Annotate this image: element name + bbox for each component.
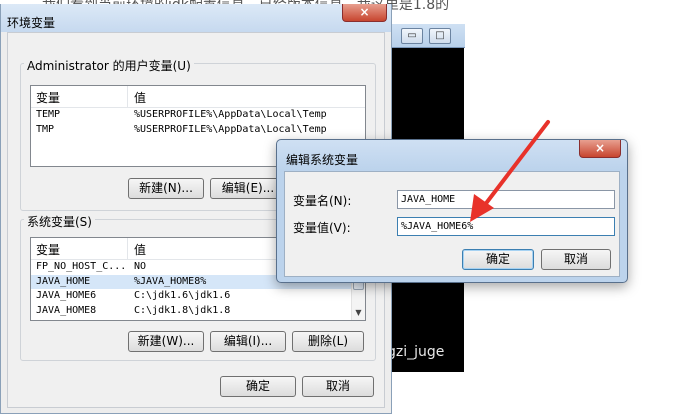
variable-name: TEMP [36,109,61,120]
edit-system-variable-dialog: 编辑系统变量 × 变量名(N): JAVA_HOME 变量值(V): %JAVA… [276,139,628,283]
column-header-value[interactable]: 值 [134,89,146,106]
column-header-value[interactable]: 值 [134,241,146,258]
close-button[interactable]: × [342,4,387,22]
ok-button[interactable]: 确定 [462,249,534,270]
table-row[interactable]: TEMP %USERPROFILE%\AppData\Local\Temp [31,108,365,123]
variable-value-input[interactable]: %JAVA_HOME6% [397,217,615,236]
variable-value: %USERPROFILE%\AppData\Local\Temp [134,109,327,120]
table-row[interactable]: TMP %USERPROFILE%\AppData\Local\Temp [31,123,365,138]
variable-value: %USERPROFILE%\AppData\Local\Temp [134,123,327,135]
close-button[interactable]: × [579,140,621,158]
variable-value-label: 变量值(V): [293,221,351,235]
variable-name-input[interactable]: JAVA_HOME [397,190,615,209]
column-header-variable[interactable]: 变量 [36,89,60,106]
variable-name: JAVA_HOME8 [36,304,97,316]
dialog-titlebar: 环境变量 × [1,4,391,32]
system-edit-button[interactable]: 编辑(I)... [210,331,286,352]
maximize-icon[interactable]: □ [429,28,451,44]
variable-value: %JAVA_HOME8% [134,275,207,287]
variable-value: C:\jdk1.8\jdk1.8 [134,304,231,316]
console-titlebar: ▭ □ [383,24,465,48]
system-new-button[interactable]: 新建(W)... [128,331,204,352]
ok-button[interactable]: 确定 [220,376,296,397]
user-new-button[interactable]: 新建(N)... [128,178,204,199]
user-variables-label: Administrator 的用户变量(U) [24,57,194,74]
variable-name-label: 变量名(N): [293,194,352,208]
system-delete-button[interactable]: 删除(L) [292,331,364,352]
variable-name: JAVA_HOME [36,275,91,287]
variable-value: NO [134,261,147,272]
variable-name: TMP [36,123,55,135]
scroll-down-icon[interactable]: ▼ [352,306,365,319]
variable-name: JAVA_HOME6 [36,290,97,301]
variable-name: FP_NO_HOST_C... [36,261,127,272]
system-variables-label: 系统变量(S) [24,213,95,230]
table-row[interactable]: JAVA_HOME8 C:\jdk1.8\jdk1.8 [31,304,365,319]
variable-value: C:\jdk1.6\jdk1.6 [134,290,231,301]
table-row[interactable]: JAVA_HOME6 C:\jdk1.6\jdk1.6 [31,289,365,304]
dialog-title: 编辑系统变量 [286,153,359,167]
column-header-variable[interactable]: 变量 [36,241,60,258]
minimize-icon[interactable]: ▭ [401,28,423,44]
cancel-button[interactable]: 取消 [302,376,374,397]
cancel-button[interactable]: 取消 [541,249,611,270]
user-edit-button[interactable]: 编辑(E)... [210,178,286,199]
watermark-text: gzi_juge [387,344,445,360]
dialog-body: 变量名(N): JAVA_HOME 变量值(V): %JAVA_HOME6% 确… [284,171,620,277]
dialog-title: 环境变量 [7,16,56,30]
list-header: 变量 值 [31,86,365,108]
